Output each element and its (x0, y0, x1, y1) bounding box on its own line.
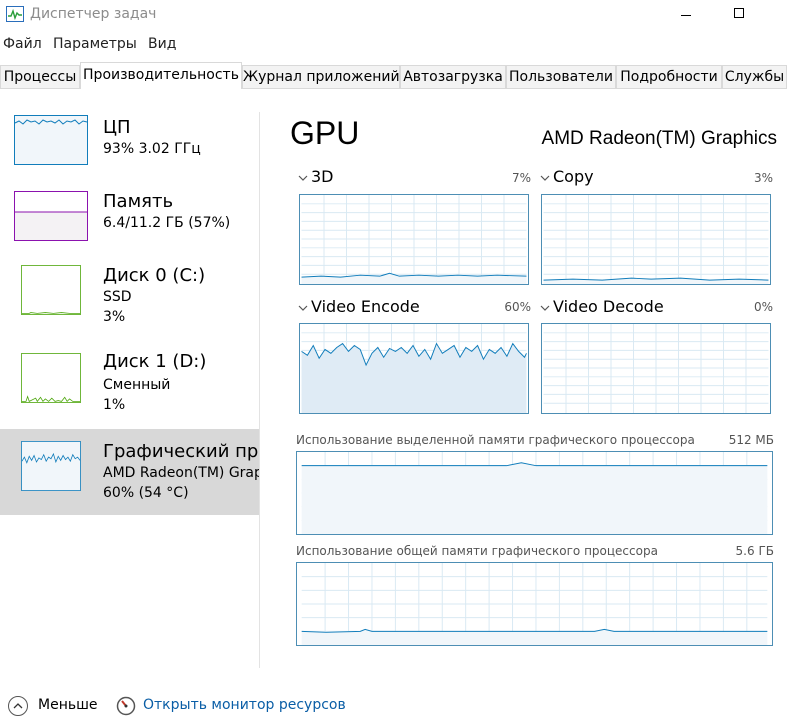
dedicated-memory-value: 512 МБ (728, 433, 774, 447)
menu-file[interactable]: Файл (3, 36, 42, 52)
engine-3d-label: 3D (311, 167, 334, 186)
engine-video-encode-label: Video Encode (311, 297, 420, 316)
gpu-sidebar-title: Графический процессор 0 (103, 441, 259, 462)
shared-memory-graph (296, 562, 773, 646)
engine-copy-percent: 3% (753, 171, 773, 185)
engine-copy-selector[interactable]: Copy (540, 167, 594, 186)
task-manager-icon (6, 6, 24, 22)
memory-title: Память (103, 191, 174, 212)
minimize-button[interactable] (663, 2, 709, 28)
cpu-thumbnail (14, 115, 88, 165)
tab-startup[interactable]: Автозагрузка (400, 65, 506, 88)
maximize-icon (734, 8, 744, 18)
sidebar-item-gpu[interactable]: Графический процессор 0 AMD Radeon(TM) G… (0, 429, 259, 515)
tab-details[interactable]: Подробности (616, 65, 722, 88)
disk1-thumbnail (21, 353, 81, 403)
gpu-heading: GPU (290, 115, 360, 151)
engine-video-encode-percent: 60% (504, 300, 531, 314)
tab-performance[interactable]: Производительность (80, 62, 242, 89)
tab-app-history[interactable]: Журнал приложений (242, 65, 400, 88)
cpu-title: ЦП (103, 117, 131, 138)
tab-users[interactable]: Пользователи (506, 65, 616, 88)
memory-thumbnail (14, 191, 88, 241)
chevron-down-icon (298, 305, 308, 311)
cpu-usage: 93% 3.02 ГГц (103, 141, 201, 157)
minimize-icon (681, 15, 691, 16)
gpu-thumbnail (21, 441, 81, 491)
shared-memory-value: 5.6 ГБ (735, 544, 774, 558)
gpu-sidebar-usage: 60% (54 °C) (103, 485, 189, 501)
disk0-type: SSD (103, 289, 132, 305)
disk0-title: Диск 0 (C:) (103, 265, 206, 286)
chevron-down-icon (540, 305, 550, 311)
dedicated-memory-graph (296, 451, 773, 535)
chevron-down-icon (298, 175, 308, 181)
disk0-thumbnail (21, 265, 81, 315)
engine-video-encode-graph (299, 323, 529, 414)
gpu-sidebar-model: AMD Radeon(TM) Graphics (103, 465, 259, 481)
engine-3d-percent: 7% (511, 171, 531, 185)
engine-video-decode-selector[interactable]: Video Decode (540, 297, 664, 316)
gpu-detail-panel: GPU AMD Radeon(TM) Graphics 3D 7% Copy 3… (260, 89, 787, 669)
menu-view[interactable]: Вид (148, 36, 176, 52)
memory-usage: 6.4/11.2 ГБ (57%) (103, 215, 231, 231)
maximize-button[interactable] (716, 2, 762, 28)
shared-memory-label: Использование общей памяти графического … (296, 544, 658, 558)
engine-copy-graph (541, 194, 771, 285)
disk1-usage: 1% (103, 397, 126, 413)
engine-copy-label: Copy (553, 167, 594, 186)
tab-services[interactable]: Службы (722, 65, 787, 88)
resource-sidebar: ЦП 93% 3.02 ГГц Память 6.4/11.2 ГБ (57%)… (0, 89, 259, 669)
disk0-usage: 3% (103, 309, 126, 325)
chevron-down-icon (540, 175, 550, 181)
title-bar: Диспетчер задач (0, 0, 787, 30)
bottom-bar: Меньше Открыть монитор ресурсов (0, 688, 787, 725)
resource-monitor-icon (116, 696, 136, 716)
menu-options[interactable]: Параметры (53, 36, 137, 52)
fewer-details-label: Меньше (38, 697, 98, 713)
disk1-title: Диск 1 (D:) (103, 351, 207, 372)
window-title: Диспетчер задач (30, 6, 157, 22)
engine-3d-selector[interactable]: 3D (298, 167, 334, 186)
resource-monitor-label: Открыть монитор ресурсов (143, 697, 346, 713)
sidebar-item-disk0[interactable]: Диск 0 (C:) SSD 3% (0, 263, 259, 349)
sidebar-item-disk1[interactable]: Диск 1 (D:) Сменный 1% (0, 349, 259, 435)
chevron-up-icon (8, 696, 28, 716)
engine-video-decode-percent: 0% (753, 300, 773, 314)
engine-video-decode-graph (541, 323, 771, 414)
tab-bar: Процессы Производительность Журнал прило… (0, 62, 787, 89)
tab-processes[interactable]: Процессы (0, 65, 80, 88)
dedicated-memory-label: Использование выделенной памяти графичес… (296, 433, 695, 447)
engine-video-decode-label: Video Decode (553, 297, 664, 316)
engine-video-encode-selector[interactable]: Video Encode (298, 297, 420, 316)
disk1-type: Сменный (103, 377, 171, 393)
engine-3d-graph (299, 194, 529, 285)
gpu-model-name: AMD Radeon(TM) Graphics (541, 128, 777, 149)
sidebar-item-cpu[interactable]: ЦП 93% 3.02 ГГц (0, 113, 259, 199)
